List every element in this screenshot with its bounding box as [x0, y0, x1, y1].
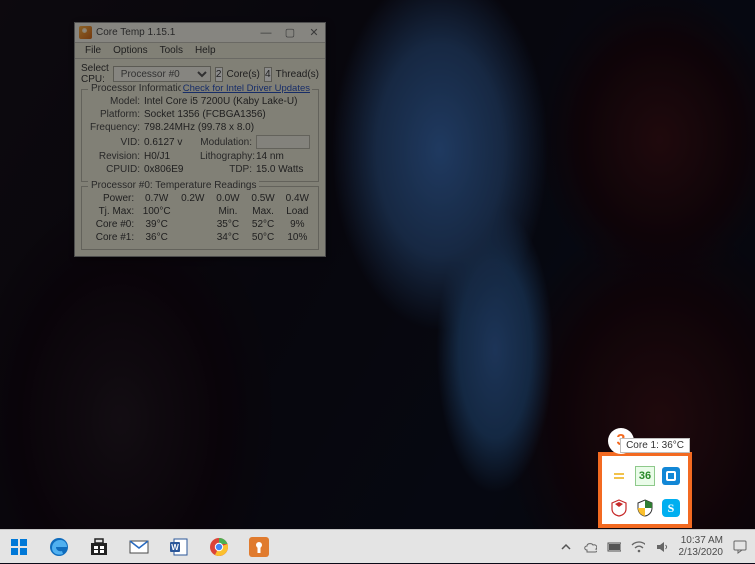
- processor-select[interactable]: Processor #0: [113, 66, 211, 82]
- select-cpu-label: Select CPU:: [81, 63, 109, 85]
- tray-icon-mcafee[interactable]: [609, 498, 629, 518]
- tjmax-value: 100°C: [138, 206, 175, 217]
- core1-min: 34°C: [210, 232, 245, 243]
- tray-volume-icon[interactable]: [655, 540, 669, 554]
- power-v0: 0.7W: [138, 193, 175, 204]
- platform-value: Socket 1356 (FCBGA1356): [144, 109, 314, 120]
- tray-tooltip: Core 1: 36°C: [620, 438, 690, 453]
- menu-options[interactable]: Options: [107, 44, 153, 57]
- action-center-icon[interactable]: [733, 540, 747, 554]
- core0-temp: 39°C: [138, 219, 175, 230]
- menu-tools[interactable]: Tools: [154, 44, 189, 57]
- tray-icon-placeholder[interactable]: [609, 466, 629, 486]
- window-title: Core Temp 1.15.1: [96, 27, 258, 38]
- coretemp-icon: [249, 537, 269, 557]
- core0-label: Core #0:: [86, 219, 138, 230]
- menu-help[interactable]: Help: [189, 44, 222, 57]
- core-temp-window: Core Temp 1.15.1 — ▢ ✕ File Options Tool…: [74, 22, 326, 257]
- chrome-icon: [209, 537, 229, 557]
- close-button[interactable]: ✕: [306, 26, 322, 40]
- taskbar-chrome[interactable]: [202, 530, 236, 564]
- select-cpu-row: Select CPU: Processor #0 2 Core(s) 4 Thr…: [81, 63, 319, 85]
- tray-wifi-icon[interactable]: [631, 540, 645, 554]
- maximize-button[interactable]: ▢: [282, 26, 298, 40]
- cpuid-label: CPUID:: [86, 164, 144, 175]
- chevron-up-icon: [561, 542, 571, 552]
- vid-value: 0.6127 v: [144, 137, 200, 148]
- tray-icon-coretemp-reading[interactable]: 36: [635, 466, 655, 486]
- frequency-label: Frequency:: [86, 122, 144, 133]
- power-v4: 0.4W: [281, 193, 314, 204]
- svg-text:S: S: [668, 501, 675, 515]
- cores-label: Core(s): [227, 69, 260, 80]
- taskbar-store[interactable]: [82, 530, 116, 564]
- power-v1: 0.2W: [175, 193, 210, 204]
- cpuid-value: 0x806E9: [144, 164, 200, 175]
- store-icon: [89, 537, 109, 557]
- edge-icon: [48, 536, 70, 558]
- tray-icon-intel[interactable]: [661, 466, 681, 486]
- taskbar-edge[interactable]: [42, 530, 76, 564]
- minimize-button[interactable]: —: [258, 26, 274, 40]
- tray-icon-skype[interactable]: S: [661, 498, 681, 518]
- temperature-legend: Processor #0: Temperature Readings: [88, 180, 259, 191]
- vid-label: VID:: [86, 137, 144, 148]
- modulation-value: [256, 135, 310, 149]
- processor-info-legend: Processor Information: [88, 83, 192, 94]
- col-max: Max.: [246, 206, 281, 217]
- core1-load: 10%: [281, 232, 314, 243]
- col-load: Load: [281, 206, 314, 217]
- power-v3: 0.5W: [246, 193, 281, 204]
- app-icon: [79, 26, 92, 39]
- cores-count: 2: [215, 67, 223, 82]
- revision-value: H0/J1: [144, 151, 200, 162]
- lithography-value: 14 nm: [256, 151, 310, 162]
- taskbar-word[interactable]: W: [162, 530, 196, 564]
- core0-min: 35°C: [210, 219, 245, 230]
- tdp-value: 15.0 Watts: [256, 164, 310, 175]
- model-value: Intel Core i5 7200U (Kaby Lake-U): [144, 96, 314, 107]
- driver-updates-link[interactable]: Check for Intel Driver Updates: [181, 83, 312, 94]
- menubar: File Options Tools Help: [75, 43, 325, 59]
- core0-load: 9%: [281, 219, 314, 230]
- windows-logo-icon: [10, 538, 28, 556]
- taskbar-mail[interactable]: [122, 530, 156, 564]
- clock-date: 2/13/2020: [679, 547, 724, 559]
- tray-battery-icon[interactable]: [607, 540, 621, 554]
- taskbar-clock[interactable]: 10:37 AM 2/13/2020: [679, 535, 724, 559]
- tdp-label: TDP:: [200, 164, 256, 175]
- word-icon: W: [169, 537, 189, 557]
- start-button[interactable]: [2, 530, 36, 564]
- processor-info-fieldset: Processor Information Check for Intel Dr…: [81, 89, 319, 182]
- frequency-value: 798.24MHz (99.78 x 8.0): [144, 122, 314, 133]
- taskbar-coretemp[interactable]: [242, 530, 276, 564]
- power-v2: 0.0W: [210, 193, 245, 204]
- menu-file[interactable]: File: [79, 44, 107, 57]
- tjmax-label: Tj. Max:: [86, 206, 138, 217]
- tray-icon-windows-security[interactable]: [635, 498, 655, 518]
- threads-count: 4: [264, 67, 272, 82]
- tray-overflow-chevron[interactable]: [559, 540, 573, 554]
- temperature-fieldset: Processor #0: Temperature Readings Power…: [81, 186, 319, 250]
- core1-label: Core #1:: [86, 232, 138, 243]
- clock-time: 10:37 AM: [679, 535, 724, 547]
- titlebar[interactable]: Core Temp 1.15.1 — ▢ ✕: [75, 23, 325, 43]
- model-label: Model:: [86, 96, 144, 107]
- tray-highlight: 3 Core 1: 36°C 36 S: [598, 452, 692, 528]
- core1-max: 50°C: [246, 232, 281, 243]
- taskbar: W 10:37 AM 2/13/2020: [0, 529, 755, 563]
- threads-label: Thread(s): [276, 69, 319, 80]
- power-label: Power:: [86, 193, 138, 204]
- modulation-label: Modulation:: [200, 137, 256, 148]
- tray-onedrive-icon[interactable]: [583, 540, 597, 554]
- lithography-label: Lithography:: [200, 151, 256, 162]
- core0-max: 52°C: [246, 219, 281, 230]
- mail-icon: [128, 537, 150, 557]
- revision-label: Revision:: [86, 151, 144, 162]
- core1-temp: 36°C: [138, 232, 175, 243]
- svg-text:W: W: [171, 543, 179, 552]
- tray-overflow-popup[interactable]: 36 S: [602, 456, 688, 524]
- platform-label: Platform:: [86, 109, 144, 120]
- col-min: Min.: [210, 206, 245, 217]
